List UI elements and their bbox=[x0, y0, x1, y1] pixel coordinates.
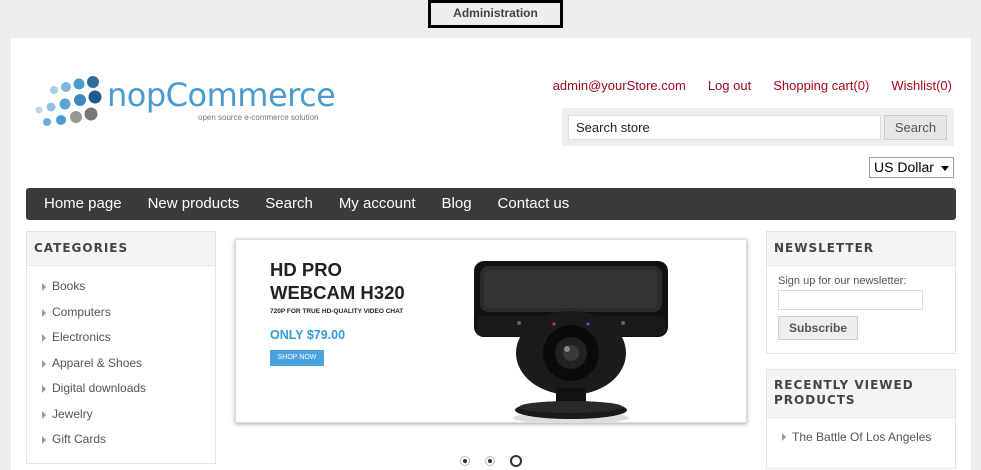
categories-title: CATEGORIES bbox=[27, 232, 215, 266]
categories-block: CATEGORIES Books Computers Electronics A… bbox=[26, 231, 216, 464]
subscribe-button[interactable]: Subscribe bbox=[778, 316, 858, 340]
top-menu: Home page New products Search My account… bbox=[26, 188, 956, 220]
recently-viewed-title: RECENTLY VIEWED PRODUCTS bbox=[767, 370, 955, 418]
category-item[interactable]: Jewelry bbox=[27, 402, 215, 428]
category-item[interactable]: Gift Cards bbox=[27, 427, 215, 453]
nav-new-products[interactable]: New products bbox=[148, 188, 240, 220]
header-links: admin@yourStore.com Log out Shopping car… bbox=[553, 78, 952, 94]
wishlist-link[interactable]: Wishlist(0) bbox=[891, 78, 952, 94]
triangle-right-icon bbox=[42, 385, 46, 393]
triangle-right-icon bbox=[782, 433, 786, 441]
category-item[interactable]: Books bbox=[27, 274, 215, 300]
slide-title: HD PRO WEBCAM H320 bbox=[270, 258, 405, 304]
nav-search[interactable]: Search bbox=[265, 188, 313, 220]
slider-pager bbox=[460, 455, 522, 467]
admin-bar: Administration bbox=[428, 0, 563, 28]
logo-tagline: open source e-commerce solution bbox=[198, 113, 319, 122]
newsletter-email-input[interactable] bbox=[778, 290, 923, 310]
category-label: Computers bbox=[52, 304, 111, 319]
category-label: Digital downloads bbox=[52, 381, 147, 395]
category-label: Jewelry bbox=[52, 406, 93, 421]
triangle-right-icon bbox=[42, 359, 46, 368]
category-item[interactable]: Computers bbox=[27, 300, 215, 326]
administration-link[interactable]: Administration bbox=[453, 6, 538, 20]
triangle-right-icon bbox=[42, 283, 46, 291]
nav-blog[interactable]: Blog bbox=[442, 188, 472, 220]
slider-dot-3[interactable] bbox=[510, 455, 522, 467]
home-slider[interactable]: HD PRO WEBCAM H320 720P FOR TRUE HD-QUAL… bbox=[235, 239, 747, 423]
triangle-right-icon bbox=[42, 334, 46, 342]
category-label: Gift Cards bbox=[52, 432, 107, 446]
category-item[interactable]: Electronics bbox=[27, 325, 215, 351]
logout-link[interactable]: Log out bbox=[708, 78, 751, 94]
logo-wordmark: nopCommerce bbox=[107, 76, 336, 114]
shop-now-button[interactable]: SHOP NOW bbox=[270, 350, 324, 366]
webcam-image bbox=[474, 261, 668, 422]
page-container: nopCommerce open source e-commerce solut… bbox=[11, 38, 971, 470]
currency-selected: US Dollar bbox=[874, 159, 934, 175]
chevron-down-icon bbox=[941, 166, 949, 171]
logo-dots-icon bbox=[35, 76, 102, 126]
account-link[interactable]: admin@yourStore.com bbox=[553, 78, 686, 94]
newsletter-label: Sign up for our newsletter: bbox=[778, 275, 907, 287]
search-button[interactable]: Search bbox=[884, 115, 947, 140]
nav-home-page[interactable]: Home page bbox=[44, 188, 122, 220]
slider-dot-1[interactable] bbox=[460, 456, 470, 466]
recently-viewed-item[interactable]: The Battle Of Los Angeles bbox=[767, 418, 955, 445]
nav-contact-us[interactable]: Contact us bbox=[498, 188, 570, 220]
recently-viewed-block: RECENTLY VIEWED PRODUCTS The Battle Of L… bbox=[766, 369, 956, 469]
currency-select[interactable]: US Dollar bbox=[869, 157, 954, 178]
recently-viewed-label: The Battle Of Los Angeles bbox=[792, 430, 932, 444]
category-item[interactable]: Apparel & Shoes bbox=[27, 351, 215, 377]
triangle-right-icon bbox=[42, 436, 46, 444]
search-input[interactable]: Search store bbox=[568, 115, 881, 140]
category-label: Electronics bbox=[52, 330, 111, 344]
store-logo[interactable]: nopCommerce open source e-commerce solut… bbox=[33, 74, 336, 128]
slide-title-line1: HD PRO bbox=[270, 259, 342, 280]
category-label: Apparel & Shoes bbox=[52, 355, 143, 370]
category-item[interactable]: Digital downloads bbox=[27, 376, 215, 402]
triangle-right-icon bbox=[42, 308, 46, 317]
newsletter-title: NEWSLETTER bbox=[767, 232, 955, 266]
category-label: Books bbox=[52, 279, 86, 293]
shopping-cart-link[interactable]: Shopping cart(0) bbox=[773, 78, 869, 94]
search-box: Search store Search bbox=[562, 108, 954, 146]
categories-list: Books Computers Electronics Apparel & Sh… bbox=[27, 266, 215, 453]
nav-my-account[interactable]: My account bbox=[339, 188, 416, 220]
slide-price: ONLY $79.00 bbox=[270, 328, 346, 342]
newsletter-block: NEWSLETTER Sign up for our newsletter: S… bbox=[766, 231, 956, 354]
slide-title-line2: WEBCAM H320 bbox=[270, 282, 405, 303]
slider-dot-2[interactable] bbox=[485, 456, 495, 466]
triangle-right-icon bbox=[42, 410, 46, 419]
slide-subtitle: 720P FOR TRUE HD-QUALITY VIDEO CHAT bbox=[270, 308, 404, 315]
